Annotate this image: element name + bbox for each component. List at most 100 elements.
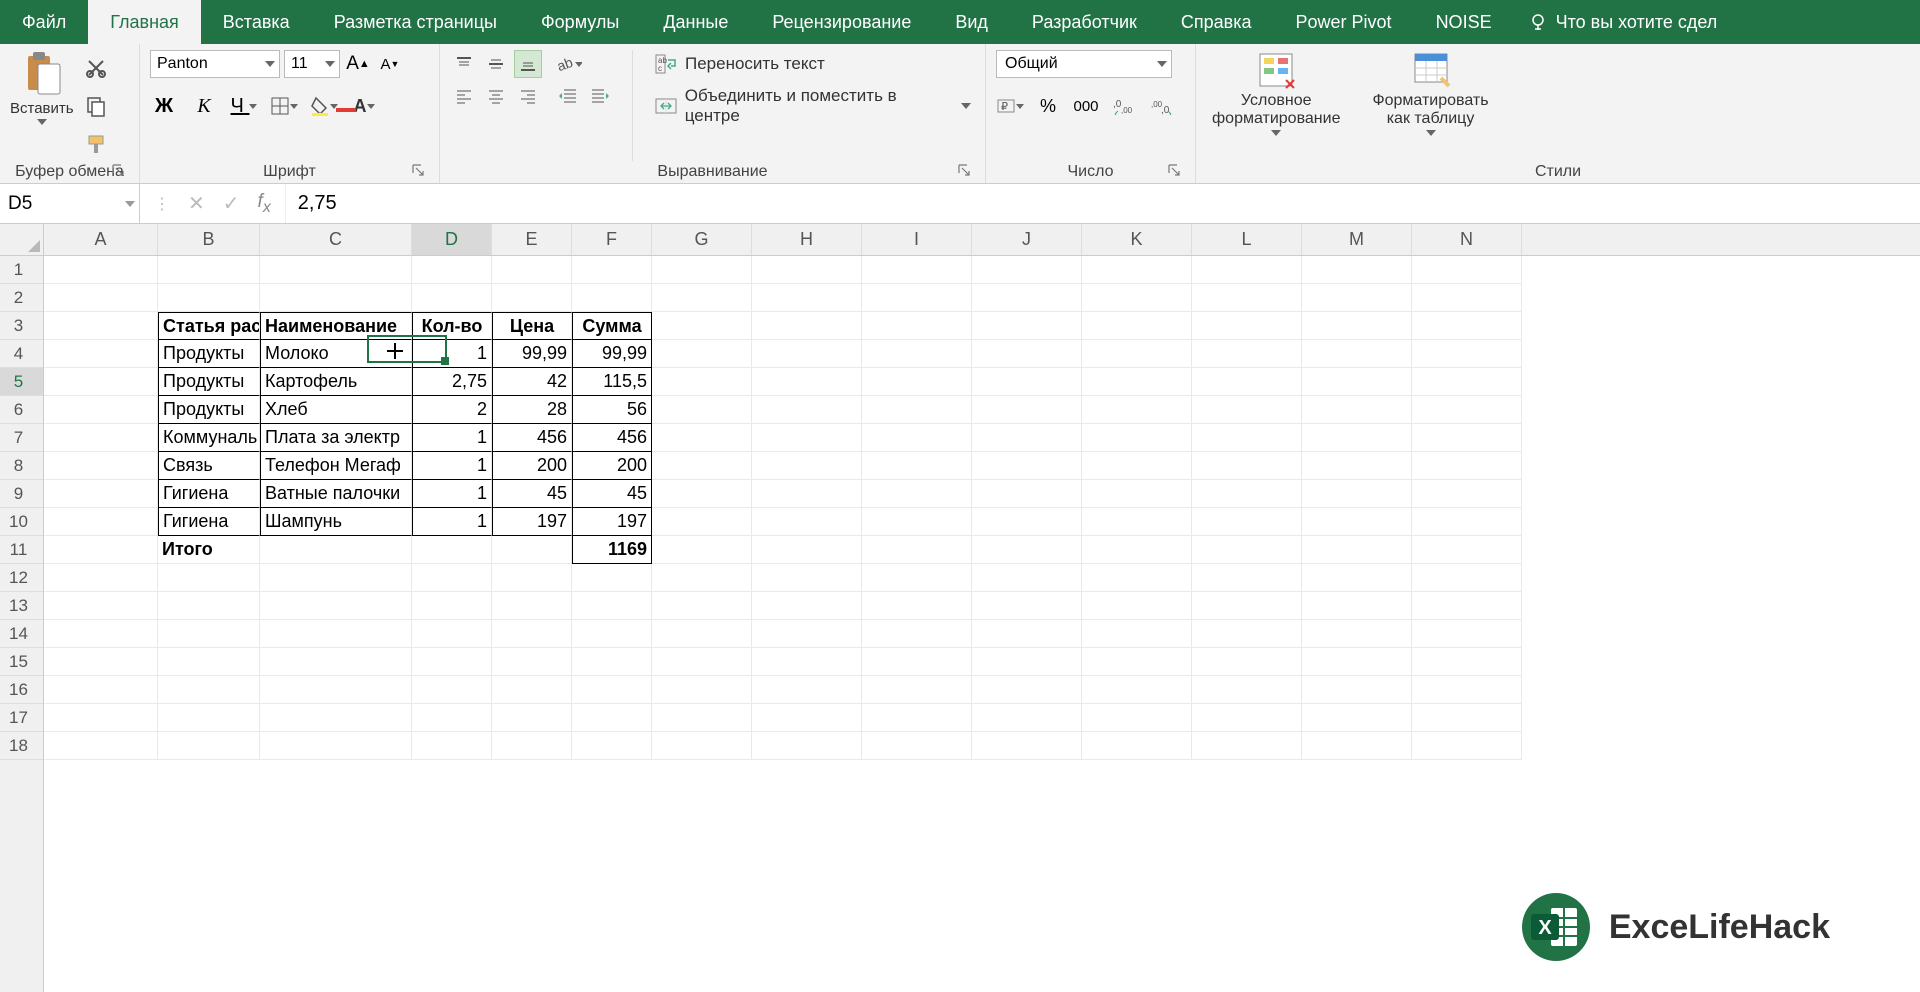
cell-A5[interactable] xyxy=(44,368,158,396)
cell-F16[interactable] xyxy=(572,676,652,704)
cell-G5[interactable] xyxy=(652,368,752,396)
cell-B1[interactable] xyxy=(158,256,260,284)
ribbon-tab-вставка[interactable]: Вставка xyxy=(201,0,312,44)
cell-B3[interactable]: Статья расход xyxy=(158,312,260,340)
cell-N5[interactable] xyxy=(1412,368,1522,396)
cell-L2[interactable] xyxy=(1192,284,1302,312)
ribbon-tab-справка[interactable]: Справка xyxy=(1159,0,1274,44)
cell-E17[interactable] xyxy=(492,704,572,732)
expand-fx-icon[interactable]: ⋮ xyxy=(154,194,170,214)
cell-N2[interactable] xyxy=(1412,284,1522,312)
col-header-E[interactable]: E xyxy=(492,224,572,255)
decrease-decimal-icon[interactable]: ,00,0 xyxy=(1148,92,1176,120)
cell-L11[interactable] xyxy=(1192,536,1302,564)
cell-G13[interactable] xyxy=(652,592,752,620)
cell-L13[interactable] xyxy=(1192,592,1302,620)
cell-B10[interactable]: Гигиена xyxy=(158,508,260,536)
cell-A8[interactable] xyxy=(44,452,158,480)
increase-indent-icon[interactable] xyxy=(586,82,614,110)
cell-M1[interactable] xyxy=(1302,256,1412,284)
cell-K15[interactable] xyxy=(1082,648,1192,676)
cell-M13[interactable] xyxy=(1302,592,1412,620)
cell-K11[interactable] xyxy=(1082,536,1192,564)
cell-I3[interactable] xyxy=(862,312,972,340)
formula-input[interactable] xyxy=(298,192,1908,215)
cell-H9[interactable] xyxy=(752,480,862,508)
cell-N18[interactable] xyxy=(1412,732,1522,760)
cell-I2[interactable] xyxy=(862,284,972,312)
cell-B16[interactable] xyxy=(158,676,260,704)
cell-E12[interactable] xyxy=(492,564,572,592)
font-size-dropdown[interactable]: 11 xyxy=(284,50,340,78)
cell-F13[interactable] xyxy=(572,592,652,620)
cell-C2[interactable] xyxy=(260,284,412,312)
row-header-7[interactable]: 7 xyxy=(0,424,43,452)
cell-F2[interactable] xyxy=(572,284,652,312)
cell-C3[interactable]: Наименование xyxy=(260,312,412,340)
col-header-J[interactable]: J xyxy=(972,224,1082,255)
underline-button[interactable]: Ч xyxy=(230,92,258,120)
cell-A12[interactable] xyxy=(44,564,158,592)
cell-F17[interactable] xyxy=(572,704,652,732)
wrap-text-button[interactable]: abc Переносить текст xyxy=(651,50,975,78)
cell-D12[interactable] xyxy=(412,564,492,592)
cell-K7[interactable] xyxy=(1082,424,1192,452)
cell-A18[interactable] xyxy=(44,732,158,760)
cell-M3[interactable] xyxy=(1302,312,1412,340)
cell-D6[interactable]: 2 xyxy=(412,396,492,424)
row-header-1[interactable]: 1 xyxy=(0,256,43,284)
row-header-14[interactable]: 14 xyxy=(0,620,43,648)
cell-I13[interactable] xyxy=(862,592,972,620)
cell-L14[interactable] xyxy=(1192,620,1302,648)
cell-N13[interactable] xyxy=(1412,592,1522,620)
cell-A10[interactable] xyxy=(44,508,158,536)
cell-C11[interactable] xyxy=(260,536,412,564)
cell-M11[interactable] xyxy=(1302,536,1412,564)
align-center-icon[interactable] xyxy=(482,82,510,110)
cell-H1[interactable] xyxy=(752,256,862,284)
cell-C6[interactable]: Хлеб xyxy=(260,396,412,424)
cell-D11[interactable] xyxy=(412,536,492,564)
dialog-launcher-icon[interactable] xyxy=(111,163,125,177)
row-header-15[interactable]: 15 xyxy=(0,648,43,676)
col-header-F[interactable]: F xyxy=(572,224,652,255)
cell-M15[interactable] xyxy=(1302,648,1412,676)
number-format-dropdown[interactable]: Общий xyxy=(996,50,1172,78)
ribbon-tab-главная[interactable]: Главная xyxy=(88,0,201,44)
cell-J3[interactable] xyxy=(972,312,1082,340)
cell-J14[interactable] xyxy=(972,620,1082,648)
cell-N14[interactable] xyxy=(1412,620,1522,648)
cell-D16[interactable] xyxy=(412,676,492,704)
cell-I6[interactable] xyxy=(862,396,972,424)
cell-H4[interactable] xyxy=(752,340,862,368)
cell-C15[interactable] xyxy=(260,648,412,676)
cell-A6[interactable] xyxy=(44,396,158,424)
cell-M14[interactable] xyxy=(1302,620,1412,648)
cell-A2[interactable] xyxy=(44,284,158,312)
decrease-indent-icon[interactable] xyxy=(554,82,582,110)
row-header-16[interactable]: 16 xyxy=(0,676,43,704)
cell-B5[interactable]: Продукты xyxy=(158,368,260,396)
cell-C18[interactable] xyxy=(260,732,412,760)
cell-B15[interactable] xyxy=(158,648,260,676)
merge-center-button[interactable]: Объединить и поместить в центре xyxy=(651,92,975,120)
cell-A11[interactable] xyxy=(44,536,158,564)
cell-D13[interactable] xyxy=(412,592,492,620)
cell-L4[interactable] xyxy=(1192,340,1302,368)
cell-J2[interactable] xyxy=(972,284,1082,312)
cell-D9[interactable]: 1 xyxy=(412,480,492,508)
cell-J8[interactable] xyxy=(972,452,1082,480)
cell-F10[interactable]: 197 xyxy=(572,508,652,536)
cell-A14[interactable] xyxy=(44,620,158,648)
cell-N10[interactable] xyxy=(1412,508,1522,536)
cell-D17[interactable] xyxy=(412,704,492,732)
cell-D3[interactable]: Кол-во xyxy=(412,312,492,340)
cell-D8[interactable]: 1 xyxy=(412,452,492,480)
cell-K17[interactable] xyxy=(1082,704,1192,732)
cell-C9[interactable]: Ватные палочки xyxy=(260,480,412,508)
row-header-9[interactable]: 9 xyxy=(0,480,43,508)
cell-I10[interactable] xyxy=(862,508,972,536)
cell-L12[interactable] xyxy=(1192,564,1302,592)
cell-H7[interactable] xyxy=(752,424,862,452)
cell-M10[interactable] xyxy=(1302,508,1412,536)
